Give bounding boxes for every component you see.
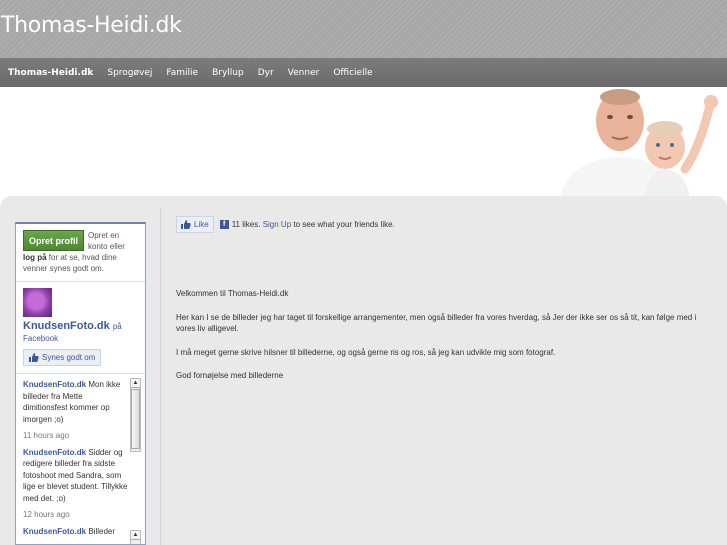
scroll-up-icon[interactable]: ▲ <box>131 379 140 388</box>
main-text: Velkommen til Thomas-Heidi.dk Her kan I … <box>176 288 716 394</box>
post-author[interactable]: KnudsenFoto.dk <box>23 527 86 536</box>
column-divider <box>160 208 161 545</box>
like-count: 11 likes. <box>231 220 261 229</box>
like-label: Like <box>194 220 209 229</box>
thumbs-up-icon <box>181 220 191 229</box>
like-bar: Like f 11 likes. Sign Up to see what you… <box>176 216 395 233</box>
scrollbar-thumb[interactable] <box>131 389 140 449</box>
closing-paragraph: God fornøjelse med billederne <box>176 371 284 380</box>
post-author[interactable]: KnudsenFoto.dk <box>23 380 86 389</box>
feed-scrollbar[interactable]: ▲ <box>130 378 141 452</box>
welcome-heading: Velkommen til Thomas-Heidi.dk <box>176 289 289 298</box>
like-page-button[interactable]: Synes godt om <box>23 349 102 366</box>
post-time: 11 hours ago <box>23 431 70 440</box>
page-avatar[interactable] <box>23 288 52 317</box>
nav-item-sprogoevej[interactable]: Sprogøvej <box>107 68 152 78</box>
thumbs-up-icon <box>29 353 39 362</box>
signup-link[interactable]: Sign Up <box>263 220 291 229</box>
facebook-page-info: KnudsenFoto.dk på Facebook Synes godt om <box>16 282 145 374</box>
main-navigation: Thomas-Heidi.dk Sprogøvej Familie Bryllu… <box>0 58 727 87</box>
banner <box>0 87 727 197</box>
nav-item-dyr[interactable]: Dyr <box>258 68 274 78</box>
page-on-text: på <box>112 322 122 331</box>
create-profile-button[interactable]: Opret profil <box>23 230 84 251</box>
post-author[interactable]: KnudsenFoto.dk <box>23 448 86 457</box>
facebook-icon: f <box>219 220 229 229</box>
site-title[interactable]: Thomas-Heidi.dk <box>1 13 182 38</box>
banner-photo <box>560 89 718 197</box>
feedback-paragraph: I må meget gerne skrive hilsner til bill… <box>176 347 556 357</box>
login-link[interactable]: log på <box>23 253 47 262</box>
post-time: 12 hours ago <box>23 510 70 519</box>
nav-list: Thomas-Heidi.dk Sprogøvej Familie Bryllu… <box>0 58 727 87</box>
nav-item-home[interactable]: Thomas-Heidi.dk <box>8 68 93 78</box>
nav-item-officielle[interactable]: Officielle <box>333 68 372 78</box>
like-button[interactable]: Like <box>176 216 214 233</box>
facebook-link[interactable]: Facebook <box>23 334 139 343</box>
feed-post: KnudsenFoto.dk Billeder <box>16 521 145 538</box>
intro-paragraph: Her kan I se de billeder jeg har taget t… <box>176 312 697 334</box>
feed-post: KnudsenFoto.dk Sidder og redigere billed… <box>16 442 145 521</box>
facebook-feed[interactable]: KnudsenFoto.dk Mon ikke billeder fra Met… <box>16 374 145 544</box>
page-name-row: KnudsenFoto.dk på <box>23 320 139 333</box>
nav-item-venner[interactable]: Venner <box>288 68 320 78</box>
scroll-up-icon[interactable]: ▲ <box>131 531 140 540</box>
content-panel: Opret profil Opret en konto eller log på… <box>0 196 727 545</box>
nav-item-bryllup[interactable]: Bryllup <box>212 68 244 78</box>
feed-post: KnudsenFoto.dk Mon ikke billeder fra Met… <box>16 374 145 442</box>
facebook-like-box: Opret profil Opret en konto eller log på… <box>15 222 146 545</box>
login-prompt-text: Opret en konto eller <box>88 231 125 251</box>
post-scrollbar[interactable]: ▲ <box>130 530 141 544</box>
post-text: Billeder <box>88 526 116 536</box>
nav-item-familie[interactable]: Familie <box>166 68 198 78</box>
site-header: Thomas-Heidi.dk <box>0 0 727 58</box>
like-page-label: Synes godt om <box>42 353 96 362</box>
facebook-login-prompt: Opret profil Opret en konto eller log på… <box>16 224 145 282</box>
like-suffix: to see what your friends like. <box>293 220 395 229</box>
page-name-link[interactable]: KnudsenFoto.dk <box>23 320 110 332</box>
